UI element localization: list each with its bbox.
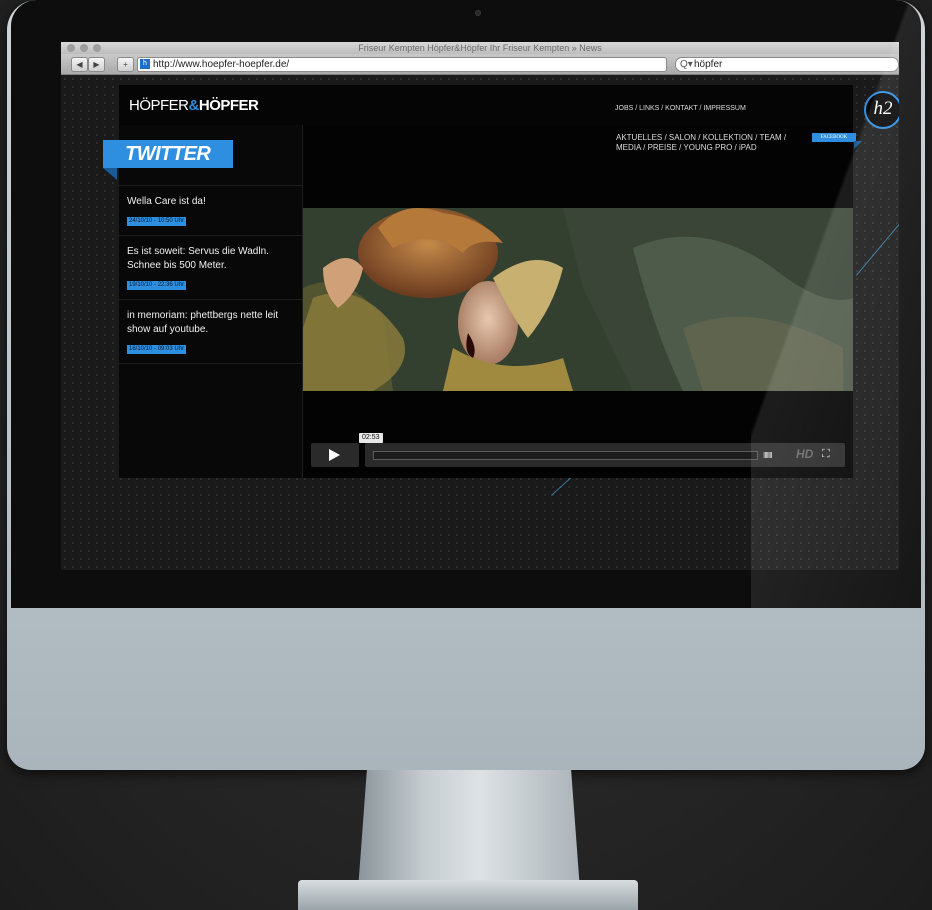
search-field[interactable]: Q▾ höpfer bbox=[675, 57, 899, 72]
minimize-window-button[interactable] bbox=[80, 44, 88, 52]
logo-second-word: HÖPFER bbox=[198, 97, 259, 114]
top-nav[interactable]: JOBS / LINKS / KONTAKT / IMPRESSUM bbox=[615, 105, 746, 112]
browser-window: Friseur Kempten Höpfer&Höpfer Ihr Friseu… bbox=[61, 42, 899, 570]
search-icon: Q▾ bbox=[680, 59, 693, 70]
site-header: HÖPFER&HÖPFER JOBS / LINKS / KONTAKT / I… bbox=[119, 85, 899, 129]
page-viewport: HÖPFER&HÖPFER JOBS / LINKS / KONTAKT / I… bbox=[61, 75, 899, 570]
zoom-window-button[interactable] bbox=[93, 44, 101, 52]
time-tooltip: 02:53 bbox=[359, 433, 383, 443]
logo-ampersand: & bbox=[188, 97, 200, 114]
scrub-bar-container: IIIIIII HD ⛶ bbox=[365, 443, 845, 467]
light-streak bbox=[856, 221, 899, 276]
h2-badge-icon[interactable]: h2 bbox=[864, 91, 899, 129]
tweet-item[interactable]: in memoriam: phettbergs nette leit show … bbox=[119, 299, 302, 364]
url-text: http://www.hoepfer-hoepfer.de/ bbox=[153, 59, 290, 70]
scrub-bar[interactable] bbox=[373, 451, 758, 460]
site-logo[interactable]: HÖPFER&HÖPFER bbox=[129, 97, 259, 114]
add-bookmark-button[interactable]: + bbox=[117, 57, 134, 72]
twitter-sidebar: TWITTER Wella Care ist da! 24/10/10 - 10… bbox=[103, 125, 303, 478]
tweet-item[interactable]: Es ist soweit: Servus die Wadln. Schnee … bbox=[119, 235, 302, 299]
tweet-date: 24/10/10 - 10:50 Uhr bbox=[127, 217, 187, 226]
video-still-image bbox=[303, 208, 853, 391]
video-frame[interactable] bbox=[303, 208, 853, 391]
imac-stand-foot bbox=[298, 880, 638, 910]
site-favicon-icon: h bbox=[140, 59, 150, 69]
tweet-list: Wella Care ist da! 24/10/10 - 10:50 Uhr … bbox=[119, 185, 302, 364]
tweet-date: 19/10/10 - 22:36 Uhr bbox=[127, 281, 187, 290]
tweet-text: Es ist soweit: Servus die Wadln. Schnee … bbox=[127, 246, 269, 271]
tweet-text: in memoriam: phettbergs nette leit show … bbox=[127, 310, 279, 335]
main-nav[interactable]: AKTUELLES / SALON / KOLLEKTION / TEAM / … bbox=[616, 133, 806, 153]
twitter-heading: TWITTER bbox=[103, 140, 233, 168]
camera bbox=[475, 10, 481, 16]
play-icon bbox=[329, 449, 340, 461]
facebook-tab[interactable]: FACEBOOK bbox=[812, 133, 856, 142]
close-window-button[interactable] bbox=[67, 44, 75, 52]
fullscreen-icon[interactable]: ⛶ bbox=[822, 448, 830, 461]
volume-icon[interactable]: IIIIIII bbox=[763, 451, 773, 460]
ribbon-fold bbox=[103, 168, 117, 180]
imac-screen: Friseur Kempten Höpfer&Höpfer Ihr Friseu… bbox=[11, 0, 921, 608]
address-bar[interactable]: h http://www.hoepfer-hoepfer.de/ C bbox=[137, 57, 739, 73]
window-titlebar: Friseur Kempten Höpfer&Höpfer Ihr Friseu… bbox=[61, 42, 899, 54]
tweet-date: 16/10/10 - 09:03 Uhr bbox=[127, 345, 187, 354]
video-controls: IIIIIII HD ⛶ 02:53 bbox=[311, 433, 845, 467]
forward-button[interactable]: ▶ bbox=[88, 57, 105, 72]
play-button[interactable] bbox=[311, 443, 359, 467]
tweet-text: Wella Care ist da! bbox=[127, 196, 206, 207]
browser-toolbar: ◀ ▶ + h http://www.hoepfer-hoepfer.de/ C… bbox=[61, 54, 899, 75]
window-title: Friseur Kempten Höpfer&Höpfer Ihr Friseu… bbox=[358, 43, 602, 53]
logo-first-word: HÖPFER bbox=[129, 97, 189, 114]
imac-stand bbox=[358, 770, 580, 890]
search-value: höpfer bbox=[694, 59, 723, 70]
tweet-item[interactable]: Wella Care ist da! 24/10/10 - 10:50 Uhr bbox=[119, 185, 302, 235]
facebook-tab-fold bbox=[854, 141, 862, 149]
main-content: AKTUELLES / SALON / KOLLEKTION / TEAM / … bbox=[303, 125, 862, 478]
hd-toggle-button[interactable]: HD bbox=[796, 447, 813, 461]
back-button[interactable]: ◀ bbox=[71, 57, 88, 72]
